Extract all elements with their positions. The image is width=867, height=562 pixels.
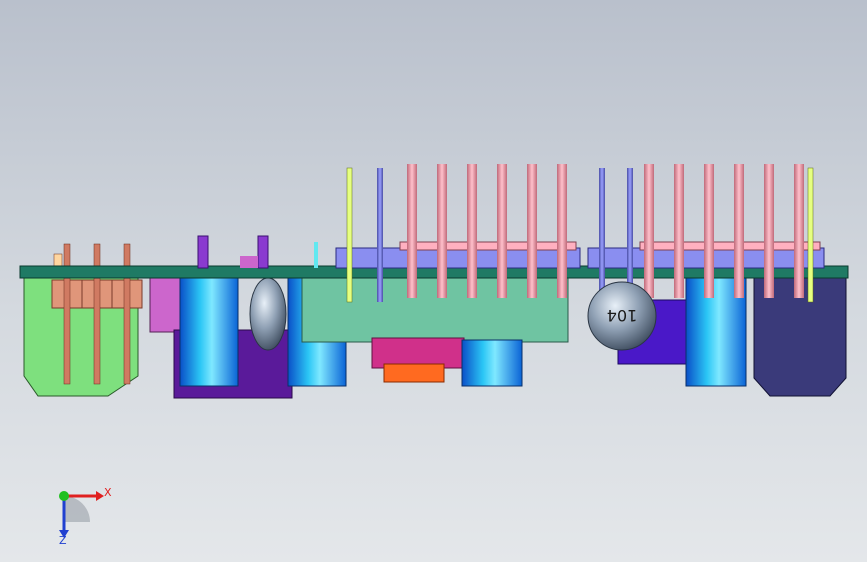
capacitor-marking: 104: [607, 306, 638, 325]
electrolytic-capacitor-left[interactable]: [179, 277, 239, 387]
small-smd[interactable]: [240, 256, 258, 268]
orange-component[interactable]: [383, 363, 445, 383]
capacitor-center[interactable]: [461, 339, 523, 387]
x-arrow-icon: [96, 491, 104, 501]
cad-viewport[interactable]: 104 X Z: [0, 0, 867, 562]
pcb-assembly-model[interactable]: 104: [0, 0, 867, 562]
pin-header[interactable]: [335, 164, 825, 303]
small-pin-mid[interactable]: [257, 235, 269, 269]
pink-component[interactable]: [149, 277, 181, 333]
triad-plane: [64, 496, 90, 522]
orientation-triad[interactable]: X Z: [44, 478, 124, 548]
ceramic-capacitor[interactable]: 104: [587, 281, 657, 351]
small-pin-cyan[interactable]: [314, 242, 318, 268]
small-pin-left[interactable]: [197, 235, 209, 269]
z-axis-label: Z: [59, 534, 67, 547]
y-axis-icon: [59, 491, 69, 501]
x-axis-label: X: [104, 486, 112, 499]
crystal-oscillator[interactable]: [249, 277, 287, 351]
